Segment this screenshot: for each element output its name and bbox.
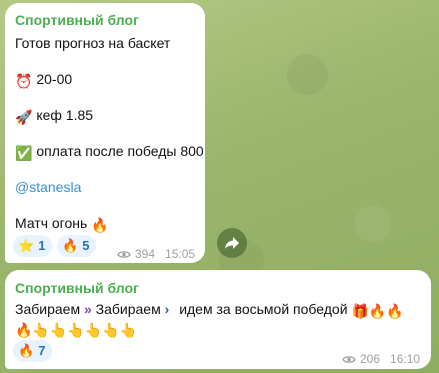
message-bubble[interactable]: Спортивный блог Забираем » Забираем › ид…: [5, 270, 431, 369]
reaction-count: 5: [82, 238, 90, 253]
fire-icon: 🔥: [62, 238, 79, 253]
channel-name[interactable]: Спортивный блог: [15, 279, 139, 297]
message-text-line: Готов прогноз на баскет: [15, 35, 171, 51]
alarm-clock-icon: ⏰: [15, 73, 33, 89]
rocket-icon: 🚀: [15, 109, 33, 125]
message-text-line: Матч огонь 🔥: [15, 214, 109, 234]
channel-name[interactable]: Спортивный блог: [15, 11, 139, 29]
reaction-count: 1: [38, 238, 46, 253]
fire-icon: 🔥: [18, 343, 35, 358]
reaction-star[interactable]: ⭐ 1: [13, 235, 53, 257]
view-count: 206: [360, 352, 381, 366]
reaction-count: 7: [38, 343, 46, 358]
message-text: идем за восьмой победой: [179, 301, 348, 317]
gift-fire-icons: 🎁🔥🔥: [351, 303, 404, 319]
reaction-fire[interactable]: 🔥 7: [13, 340, 53, 362]
message-text-line: 🔥👆👆👆👆👆👆: [15, 319, 137, 339]
message-meta: 394 15:05: [117, 245, 195, 263]
match-text: Матч огонь: [15, 215, 88, 231]
message-text-line: 🚀 кеф 1.85: [15, 106, 93, 126]
message-text: Забираем: [15, 301, 81, 317]
message-time: 15:05: [165, 247, 196, 261]
message-text-line: Забираем » Забираем › идем за восьмой по…: [15, 300, 404, 320]
double-arrow-icon: »: [83, 301, 92, 317]
message-bubble[interactable]: Спортивный блог Готов прогноз на баскет …: [5, 3, 205, 263]
message-text-line: ✅ оплата после победы 800: [15, 142, 204, 162]
eye-icon: [342, 355, 356, 363]
eye-icon: [117, 250, 131, 258]
star-icon: ⭐: [18, 238, 35, 253]
message-text: Забираем: [95, 301, 161, 317]
message-text-line: ⏰ 20-00: [15, 70, 72, 90]
message-time: 16:10: [390, 352, 421, 366]
share-arrow-icon: [225, 237, 239, 249]
reaction-fire[interactable]: 🔥 5: [57, 235, 97, 257]
message-meta: 206 16:10: [342, 350, 420, 368]
arrow-icon: ›: [164, 301, 170, 317]
fire-icon: 🔥: [91, 217, 109, 233]
username-link[interactable]: @stanesla: [15, 178, 81, 196]
share-button[interactable]: [217, 228, 247, 258]
match-time: 20-00: [36, 71, 73, 87]
check-mark-icon: ✅: [15, 145, 33, 161]
odds-text: кеф 1.85: [36, 107, 94, 123]
view-count: 394: [135, 247, 156, 261]
payment-text: оплата после победы 800: [36, 143, 204, 159]
fire-pointing-icons: 🔥👆👆👆👆👆👆: [15, 322, 138, 338]
